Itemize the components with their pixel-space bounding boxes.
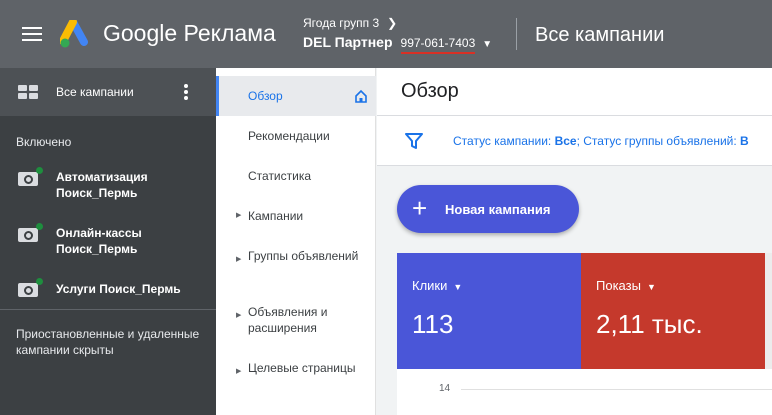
nav-item-overview[interactable]: Обзор (216, 76, 376, 116)
nav-item-label: Рекомендации (248, 129, 330, 143)
nav-item-label: Обзор (248, 89, 283, 103)
filter-icon[interactable] (405, 132, 423, 150)
account-name: Ягода групп 3 (303, 16, 380, 30)
page-title-bar: Обзор (377, 68, 772, 116)
metric-next-partial (765, 253, 772, 369)
page-title: Обзор (401, 80, 459, 102)
add-icon: + (412, 193, 428, 223)
home-icon (355, 89, 367, 103)
sidebar-all-campaigns[interactable]: Все кампании (0, 68, 216, 116)
search-campaign-icon (18, 228, 38, 242)
more-vert-icon[interactable] (184, 84, 190, 102)
expand-arrow-icon: ▶ (236, 212, 242, 219)
campaign-label: Онлайн-кассы Поиск_Пермь (56, 226, 142, 256)
filter-bar[interactable]: Статус кампании: Все; Статус группы объя… (377, 116, 772, 166)
search-campaign-icon (18, 172, 38, 186)
header-divider (516, 18, 517, 50)
expand-arrow-icon: ▶ (236, 312, 242, 319)
filter-summary[interactable]: Статус кампании: Все; Статус группы объя… (453, 134, 749, 148)
header-page-title: Все кампании (535, 24, 665, 46)
campaign-label: Услуги Поиск_Пермь (56, 282, 181, 296)
status-enabled-dot (36, 223, 43, 230)
app-title[interactable]: Google Реклама (103, 20, 276, 47)
dropdown-arrow-icon: ▼ (453, 282, 463, 292)
sidebar-section-enabled: Включено (16, 135, 72, 149)
sidebar-header-label: Все кампании (56, 85, 134, 99)
page-navigation: Обзор Рекомендации Статистика ▶ Кампании… (216, 68, 376, 415)
expand-arrow-icon: ▶ (236, 368, 242, 375)
account-client: DEL Партнер (303, 34, 393, 50)
nav-item-recommendations[interactable]: Рекомендации (216, 128, 376, 144)
grid-icon (18, 85, 38, 99)
status-enabled-dot (36, 167, 43, 174)
nav-item-ad-groups[interactable]: ▶ Группы объявлений (216, 248, 376, 280)
nav-item-campaigns[interactable]: ▶ Кампании (216, 208, 376, 224)
new-campaign-label: Новая кампания (445, 202, 551, 217)
nav-item-label: Целевые страницы (248, 361, 356, 375)
new-campaign-button[interactable]: + Новая кампания (397, 185, 579, 233)
main-content: Обзор Статус кампании: Все; Статус групп… (377, 68, 772, 415)
nav-item-label: Объявления и расширения (248, 305, 328, 335)
account-switcher[interactable]: Ягода групп 3 ❯ DEL Партнер 997-061-7403… (303, 16, 492, 54)
performance-card: Клики ▼ 113 Показы ▼ 2,11 тыс. 14 (397, 253, 772, 415)
nav-item-ads-extensions[interactable]: ▶ Объявления и расширения (216, 304, 376, 336)
metric-value: 113 (412, 309, 454, 339)
search-campaign-icon (18, 283, 38, 297)
sidebar-campaign-item[interactable]: Автоматизация Поиск_Пермь (0, 162, 216, 210)
top-app-bar: Google Реклама Ягода групп 3 ❯ DEL Партн… (0, 0, 772, 68)
sidebar-campaign-item[interactable]: Услуги Поиск_Пермь (0, 274, 216, 322)
nav-item-landing-pages[interactable]: ▶ Целевые страницы (216, 360, 376, 392)
chevron-right-icon: ❯ (387, 16, 398, 30)
metric-name: Клики (412, 278, 448, 293)
campaign-sidebar: Все кампании Включено Автоматизация Поис… (0, 68, 216, 415)
google-ads-logo-icon[interactable] (60, 20, 94, 50)
metric-name: Показы (596, 278, 641, 293)
campaign-label: Автоматизация Поиск_Пермь (56, 170, 148, 200)
sidebar-campaign-item[interactable]: Онлайн-кассы Поиск_Пермь (0, 218, 216, 266)
dropdown-arrow-icon: ▼ (646, 282, 656, 292)
chart-gridline (461, 389, 772, 390)
account-id: 997-061-7403 (400, 36, 476, 54)
sidebar-hidden-note: Приостановленные и удаленные кампании ск… (16, 327, 200, 357)
expand-arrow-icon: ▶ (236, 256, 242, 263)
menu-icon[interactable] (22, 27, 42, 41)
nav-item-label: Группы объявлений (248, 249, 359, 263)
nav-item-statistics[interactable]: Статистика (216, 168, 376, 184)
dropdown-arrow-icon[interactable]: ▼ (482, 39, 492, 50)
status-enabled-dot (36, 278, 43, 285)
chart-y-tick: 14 (439, 383, 451, 394)
sidebar-divider (0, 309, 216, 310)
metric-impressions[interactable]: Показы ▼ 2,11 тыс. (581, 253, 765, 369)
metric-value: 2,11 тыс. (596, 309, 703, 339)
nav-item-label: Кампании (248, 209, 304, 223)
metric-clicks[interactable]: Клики ▼ 113 (397, 253, 581, 369)
nav-item-label: Статистика (248, 169, 312, 183)
